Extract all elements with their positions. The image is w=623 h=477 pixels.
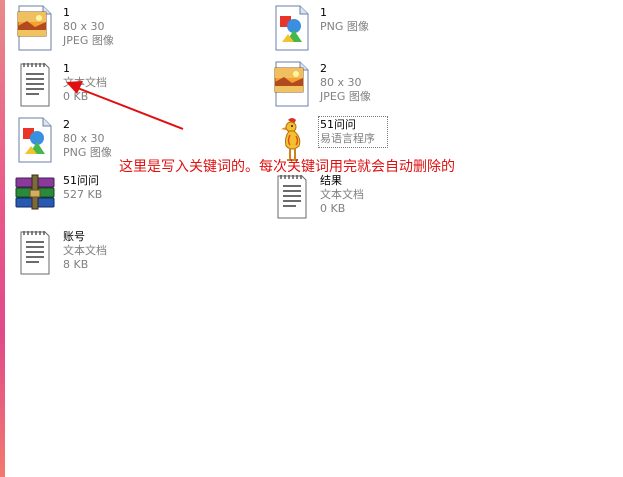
- file-item-account-txt[interactable]: 账号 文本文档 8 KB: [15, 228, 245, 280]
- file-type: 易语言程序: [320, 132, 375, 145]
- rar-archive-icon: [15, 172, 55, 220]
- file-name: 1: [320, 6, 327, 19]
- file-list-pane[interactable]: 1 80 x 30 JPEG 图像 1 PNG 图像 1 文本文档 0 KB 2…: [5, 0, 623, 477]
- file-name: 2: [320, 62, 327, 75]
- file-type: JPEG 图像: [320, 90, 371, 103]
- text-document-icon: [272, 172, 312, 220]
- file-size: 0 KB: [320, 202, 346, 215]
- file-type: 文本文档: [63, 76, 107, 89]
- file-name: 51问问: [63, 174, 99, 187]
- file-name: 账号: [63, 230, 85, 243]
- file-name: 结果: [320, 174, 342, 187]
- file-item-result-txt[interactable]: 结果 文本文档 0 KB: [272, 172, 502, 224]
- file-type: PNG 图像: [320, 20, 369, 33]
- file-type: 文本文档: [63, 244, 107, 257]
- file-name: 1: [63, 62, 70, 75]
- text-document-icon: [15, 228, 55, 276]
- file-dimensions: 80 x 30: [320, 76, 362, 89]
- annotation-text: 这里是写入关键词的。每次关键词用完就会自动删除的: [119, 159, 455, 175]
- file-type: JPEG 图像: [63, 34, 114, 47]
- file-item-1-txt[interactable]: 1 文本文档 0 KB: [15, 60, 245, 112]
- png-image-icon: [15, 116, 55, 164]
- file-size: 527 KB: [63, 188, 103, 201]
- file-item-51wenwen-rar[interactable]: 51问问 527 KB: [15, 172, 245, 224]
- file-name: 2: [63, 118, 70, 131]
- jpeg-image-icon: [15, 4, 55, 52]
- file-item-1-jpeg[interactable]: 1 80 x 30 JPEG 图像: [15, 4, 245, 56]
- file-type: PNG 图像: [63, 146, 112, 159]
- text-document-icon: [15, 60, 55, 108]
- file-name: 51问问: [320, 118, 356, 131]
- file-item-2-jpeg[interactable]: 2 80 x 30 JPEG 图像: [272, 60, 502, 112]
- file-size: 8 KB: [63, 258, 89, 271]
- file-name: 1: [63, 6, 70, 19]
- file-dimensions: 80 x 30: [63, 20, 105, 33]
- png-image-icon: [272, 4, 312, 52]
- file-type: 文本文档: [320, 188, 364, 201]
- jpeg-image-icon: [272, 60, 312, 108]
- file-size: 0 KB: [63, 90, 89, 103]
- file-dimensions: 80 x 30: [63, 132, 105, 145]
- file-item-1-png[interactable]: 1 PNG 图像: [272, 4, 502, 56]
